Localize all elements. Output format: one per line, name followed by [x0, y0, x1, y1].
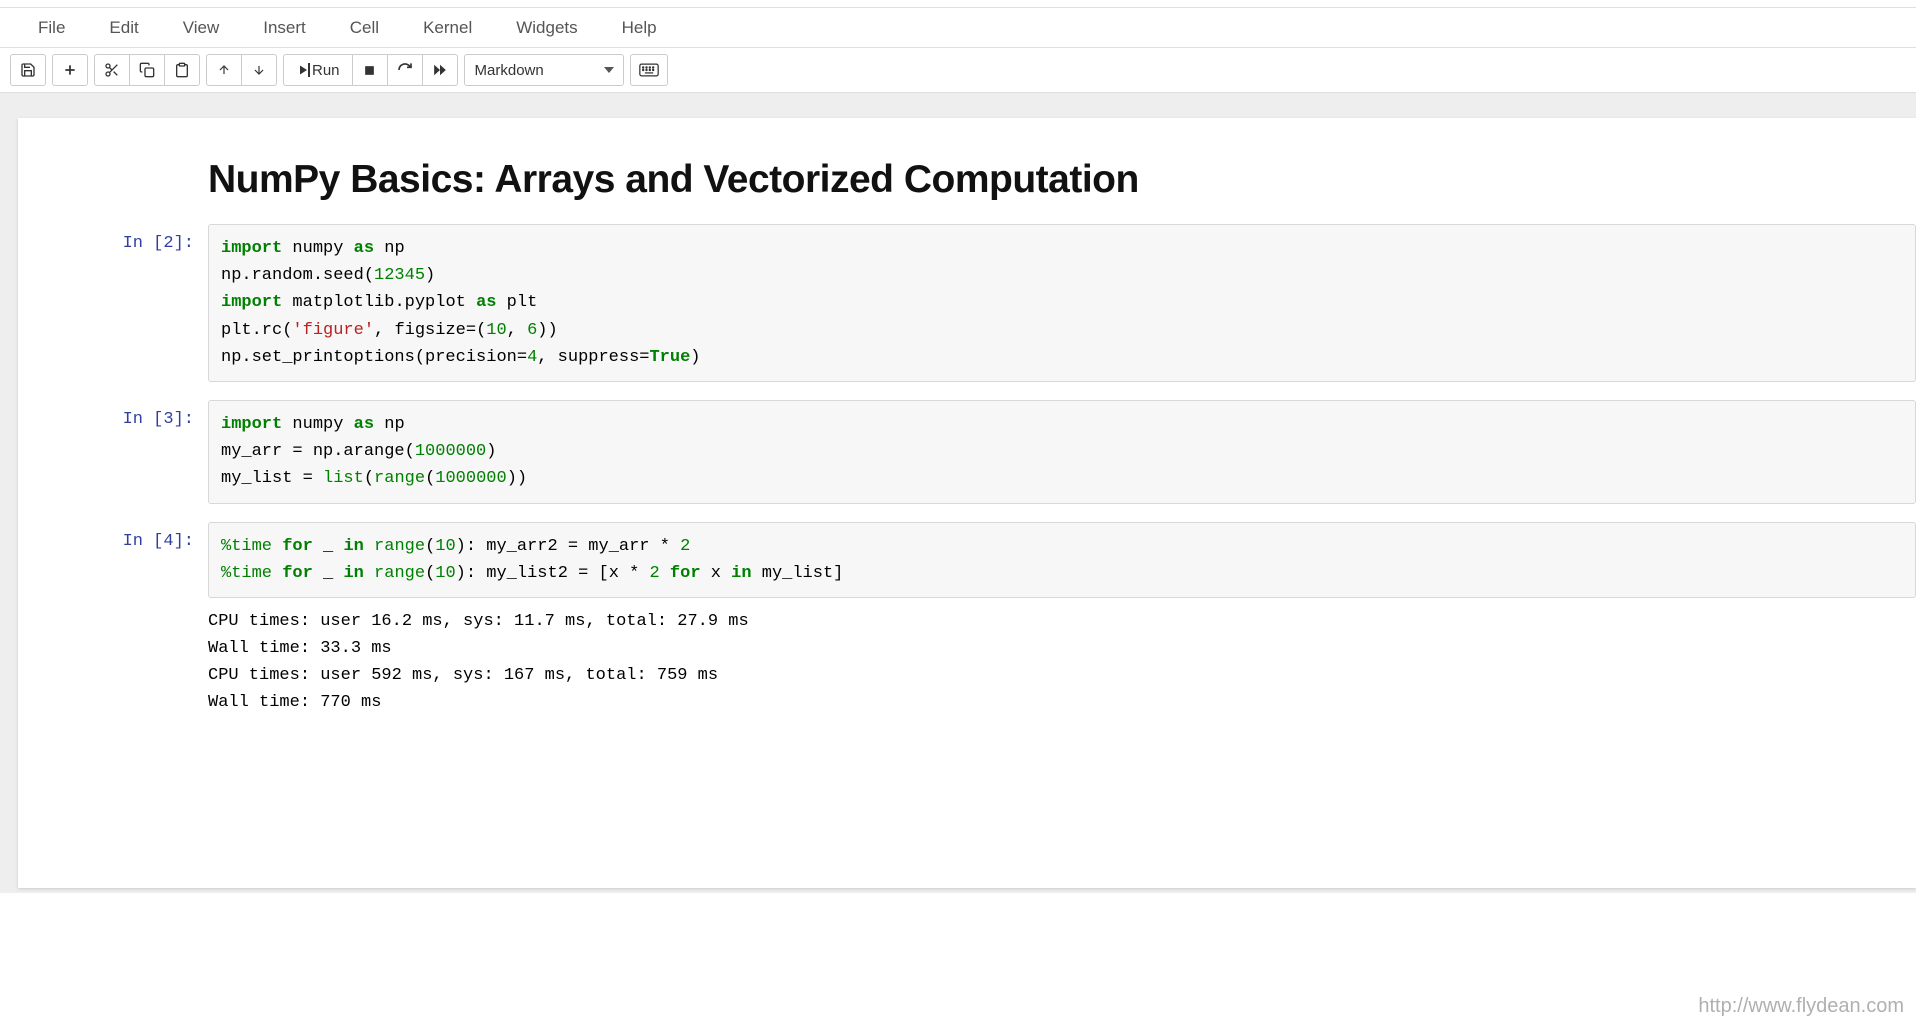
stop-icon — [363, 64, 376, 77]
toolbar: Run Markdown — [0, 48, 1916, 93]
plus-icon — [63, 63, 77, 77]
notebook-container: NumPy Basics: Arrays and Vectorized Comp… — [0, 93, 1916, 893]
menubar: File Edit View Insert Cell Kernel Widget… — [0, 8, 1916, 48]
jupyter-logo-partial — [10, 0, 60, 6]
interrupt-button[interactable] — [352, 54, 388, 86]
fast-forward-icon — [432, 63, 448, 77]
arrow-down-icon — [252, 63, 266, 77]
menu-cell[interactable]: Cell — [328, 18, 401, 38]
code-cell-3[interactable]: In [4]: %time for _ in range(10): my_arr… — [18, 522, 1916, 717]
header-strip — [0, 0, 1916, 8]
code-input[interactable]: %time for _ in range(10): my_arr2 = my_a… — [208, 522, 1916, 598]
run-label: Run — [312, 62, 340, 79]
code-cell-1[interactable]: In [2]: import numpy as np np.random.see… — [18, 224, 1916, 382]
markdown-cell[interactable]: NumPy Basics: Arrays and Vectorized Comp… — [18, 158, 1916, 206]
paste-icon — [174, 62, 190, 78]
run-icon — [296, 63, 308, 77]
run-group: Run — [283, 54, 458, 86]
menu-edit[interactable]: Edit — [87, 18, 160, 38]
edit-group — [94, 54, 200, 86]
watermark-text: http://www.flydean.com — [1698, 995, 1904, 1018]
run-button[interactable]: Run — [283, 54, 353, 86]
cell-type-select[interactable]: Markdown — [464, 54, 624, 86]
menu-widgets[interactable]: Widgets — [494, 18, 599, 38]
save-icon — [20, 62, 36, 78]
code-input[interactable]: import numpy as np np.random.seed(12345)… — [208, 224, 1916, 382]
keyboard-icon — [639, 63, 659, 77]
save-button[interactable] — [10, 54, 46, 86]
cut-button[interactable] — [94, 54, 130, 86]
copy-button[interactable] — [129, 54, 165, 86]
menu-help[interactable]: Help — [600, 18, 679, 38]
copy-icon — [139, 62, 155, 78]
menu-view[interactable]: View — [161, 18, 242, 38]
move-down-button[interactable] — [241, 54, 277, 86]
insert-cell-button[interactable] — [52, 54, 88, 86]
restart-button[interactable] — [387, 54, 423, 86]
notebook-title: NumPy Basics: Arrays and Vectorized Comp… — [208, 158, 1916, 206]
menu-insert[interactable]: Insert — [241, 18, 328, 38]
move-up-button[interactable] — [206, 54, 242, 86]
cell-type-wrap: Markdown — [464, 54, 624, 86]
menu-kernel[interactable]: Kernel — [401, 18, 494, 38]
cell-prompt: In [4]: — [18, 522, 208, 717]
paste-button[interactable] — [164, 54, 200, 86]
arrow-up-icon — [217, 63, 231, 77]
menu-file[interactable]: File — [20, 18, 87, 38]
cell-prompt: In [3]: — [18, 400, 208, 504]
move-group — [206, 54, 277, 86]
notebook: NumPy Basics: Arrays and Vectorized Comp… — [18, 118, 1916, 888]
code-input[interactable]: import numpy as np my_arr = np.arange(10… — [208, 400, 1916, 504]
command-palette-button[interactable] — [630, 54, 668, 86]
cell-prompt — [18, 158, 208, 206]
cell-prompt: In [2]: — [18, 224, 208, 382]
scissors-icon — [104, 62, 120, 78]
restart-icon — [397, 62, 413, 78]
cell-output: CPU times: user 16.2 ms, sys: 11.7 ms, t… — [208, 598, 1916, 717]
code-cell-2[interactable]: In [3]: import numpy as np my_arr = np.a… — [18, 400, 1916, 504]
restart-run-all-button[interactable] — [422, 54, 458, 86]
